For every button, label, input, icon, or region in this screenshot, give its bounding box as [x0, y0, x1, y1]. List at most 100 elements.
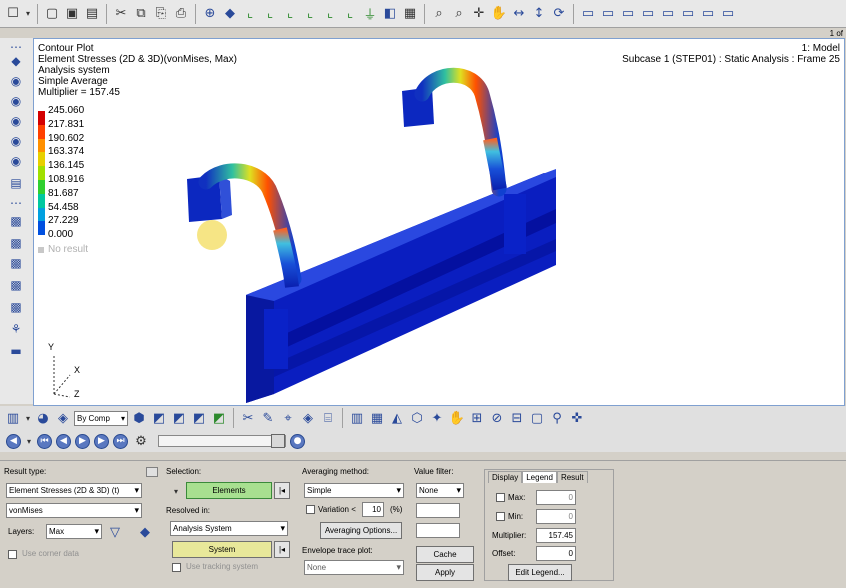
selection-dropdown-icon[interactable]: ▾ [170, 482, 182, 500]
contour-2-icon[interactable]: ◈ [299, 409, 317, 427]
eye-5-icon[interactable]: ◉ [8, 154, 24, 168]
window-2-icon[interactable]: ▭ [599, 5, 617, 23]
window-4-icon[interactable]: ▭ [639, 5, 657, 23]
view-axes-6-icon[interactable]: ⌞ [341, 5, 359, 23]
view-axes-3-icon[interactable]: ⌞ [281, 5, 299, 23]
fe-model[interactable] [34, 39, 845, 406]
view-axes-5-icon[interactable]: ⌞ [321, 5, 339, 23]
open-icon[interactable]: ▢ [43, 5, 61, 23]
pin-icon[interactable]: ✜ [568, 409, 586, 427]
color-icon[interactable]: ◧ [381, 5, 399, 23]
offset-input[interactable]: 0 [536, 546, 576, 561]
contour-icon[interactable]: ▥ [4, 409, 22, 427]
averaging-options-button[interactable]: Averaging Options... [320, 522, 402, 539]
window-3-icon[interactable]: ▭ [619, 5, 637, 23]
rotate-icon[interactable]: ⟳ [550, 5, 568, 23]
next-frame-icon[interactable]: ▶ [94, 433, 109, 449]
view-axes-icon[interactable]: ⌞ [241, 5, 259, 23]
pan-icon[interactable]: ✋ [490, 5, 508, 23]
reset-system-button[interactable]: |◂ [274, 541, 290, 558]
animation-mode-icon[interactable]: ◀ [6, 433, 21, 449]
tracking-icon[interactable]: ⊘ [488, 409, 506, 427]
cube-3-icon[interactable]: ◩ [190, 409, 208, 427]
last-frame-icon[interactable]: ⏭ [113, 433, 128, 449]
cube-4-icon[interactable]: ◩ [210, 409, 228, 427]
eye-icon[interactable]: ◉ [8, 74, 24, 88]
layer-icon[interactable]: ◆ [8, 54, 24, 68]
graphics-viewport[interactable]: Contour Plot Element Stresses (2D & 3D)(… [33, 38, 845, 406]
settings-icon[interactable]: ⚙ [132, 432, 150, 450]
legend-icon[interactable]: ▥ [348, 409, 366, 427]
max-checkbox[interactable] [496, 493, 505, 502]
speed-icon[interactable]: ● [290, 433, 305, 449]
save-icon[interactable]: ▤ [83, 5, 101, 23]
dropdown-icon[interactable]: ▾ [24, 409, 32, 427]
tree-icon[interactable]: ⚘ [8, 322, 24, 336]
flip-icon[interactable]: ↕ [530, 5, 548, 23]
dropdown-icon[interactable]: ▾ [25, 432, 33, 450]
component-select[interactable]: vonMises [6, 503, 142, 518]
eye-4-icon[interactable]: ◉ [8, 134, 24, 148]
move-icon[interactable]: ↔ [510, 5, 528, 23]
first-frame-icon[interactable]: ⏮ [37, 433, 52, 449]
cube-2-icon[interactable]: ◩ [170, 409, 188, 427]
deform-icon[interactable]: ⌖ [279, 409, 297, 427]
view-iso-icon[interactable]: ⏚ [361, 5, 379, 23]
multiplier-input[interactable]: 157.45 [536, 528, 576, 543]
play-icon[interactable]: ▶ [75, 433, 90, 449]
envelope-trace-select[interactable]: None [304, 560, 404, 575]
iso-icon[interactable]: ⬡ [408, 409, 426, 427]
query-icon[interactable]: ⊞ [468, 409, 486, 427]
frame-slider[interactable] [158, 434, 286, 448]
view-axes-2-icon[interactable]: ⌞ [261, 5, 279, 23]
stream-icon[interactable]: ✦ [428, 409, 446, 427]
crosshair-icon[interactable]: ✛ [470, 5, 488, 23]
eye-2-icon[interactable]: ◉ [8, 94, 24, 108]
tab-legend[interactable]: Legend [522, 471, 557, 483]
edit-legend-button[interactable]: Edit Legend... [508, 564, 572, 581]
prev-frame-icon[interactable]: ◀ [56, 433, 71, 449]
tab-result[interactable]: Result [556, 471, 588, 483]
select-icon[interactable]: ☐ [4, 5, 22, 23]
result-type-select[interactable]: Element Stresses (2D & 3D) (t) [6, 483, 142, 498]
probe-icon[interactable]: ⚲ [548, 409, 566, 427]
box-5-icon[interactable]: ▩ [8, 300, 24, 314]
window-7-icon[interactable]: ▭ [699, 5, 717, 23]
tensor-icon[interactable]: ◭ [388, 409, 406, 427]
cut-icon[interactable]: ✂ [112, 5, 130, 23]
paste-icon[interactable]: ⎘ [152, 5, 170, 23]
filter-icon[interactable]: ▽ [106, 523, 124, 541]
filter-max-input[interactable] [416, 523, 460, 538]
grid-icon[interactable]: ▦ [401, 5, 419, 23]
resolved-in-select[interactable]: Analysis System [170, 521, 288, 536]
max-input[interactable]: 0 [536, 490, 576, 505]
value-filter-select[interactable]: None [416, 483, 464, 498]
window-icon[interactable]: ▭ [579, 5, 597, 23]
window-6-icon[interactable]: ▭ [679, 5, 697, 23]
layer-stack-icon[interactable]: ◆ [136, 523, 154, 541]
select-dropdown-icon[interactable]: ▾ [24, 5, 32, 23]
slider-thumb[interactable] [271, 434, 285, 448]
system-button[interactable]: System [172, 541, 272, 558]
averaging-method-select[interactable]: Simple [304, 483, 404, 498]
layers-icon[interactable]: ▤ [8, 176, 24, 190]
use-tracking-system-checkbox[interactable] [172, 563, 181, 572]
view-axes-4-icon[interactable]: ⌞ [301, 5, 319, 23]
box-3-icon[interactable]: ▩ [8, 256, 24, 270]
eye-3-icon[interactable]: ◉ [8, 114, 24, 128]
box-icon[interactable]: ▩ [8, 214, 24, 228]
copy-icon[interactable]: ⧉ [132, 5, 150, 23]
hotspot-icon[interactable]: ✋ [448, 409, 466, 427]
filter-min-input[interactable] [416, 503, 460, 518]
tab-display[interactable]: Display [488, 471, 523, 483]
min-checkbox[interactable] [496, 512, 505, 521]
cube-icon[interactable]: ◩ [150, 409, 168, 427]
cache-button[interactable]: Cache [416, 546, 474, 563]
panel-resize-handle[interactable] [146, 467, 158, 477]
reset-selection-button[interactable]: |◂ [274, 482, 290, 499]
layers-select[interactable]: Max [46, 524, 102, 539]
window-8-icon[interactable]: ▭ [719, 5, 737, 23]
measure-icon[interactable]: ✂ [239, 409, 257, 427]
chart-icon[interactable]: ⌸ [319, 409, 337, 427]
note-icon[interactable]: ✎ [259, 409, 277, 427]
